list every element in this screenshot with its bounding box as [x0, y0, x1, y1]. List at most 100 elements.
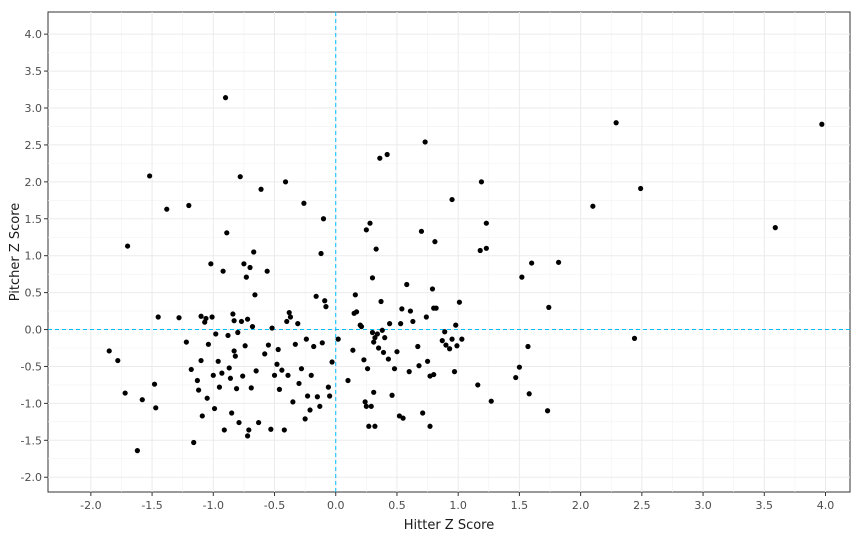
data-point [555, 259, 562, 265]
data-point [375, 345, 382, 351]
data-point [516, 364, 523, 370]
data-point [220, 268, 226, 274]
data-point [241, 261, 247, 267]
data-point [209, 314, 215, 320]
data-point [449, 196, 455, 203]
data-point [423, 314, 429, 320]
data-point [244, 316, 251, 322]
data-point [115, 357, 121, 364]
data-point [307, 407, 313, 413]
data-point [246, 427, 252, 433]
y-axis-ticks: -2.0 -1.5 -1.0 -0.5 0.0 0.5 1.0 1.5 2.0 2.5 3.0 3.5… [21, 28, 48, 484]
data-point [431, 371, 437, 378]
data-point [398, 321, 404, 327]
data-point [439, 338, 445, 344]
data-point [379, 327, 385, 333]
data-point [225, 332, 231, 339]
data-point [478, 179, 485, 185]
data-point [198, 357, 204, 364]
data-point [268, 426, 274, 432]
data-point [155, 314, 161, 320]
data-point [211, 405, 218, 412]
data-point [385, 356, 391, 362]
data-point [286, 309, 292, 316]
data-point [590, 203, 596, 209]
data-point [433, 305, 439, 311]
data-point [362, 399, 368, 405]
data-point [227, 375, 234, 381]
x-axis-title: Hitter Z Score [404, 518, 495, 533]
data-point [406, 369, 412, 375]
data-point [352, 292, 358, 298]
data-point [353, 309, 360, 315]
data-point [269, 325, 275, 331]
data-point [432, 239, 438, 245]
data-point [296, 380, 302, 387]
data-point [314, 394, 320, 400]
data-point [271, 372, 278, 378]
data-point [285, 372, 291, 378]
data-point [219, 370, 225, 376]
data-point [451, 369, 458, 375]
y-tick-label: 0.5 [25, 287, 43, 300]
y-tick-label: -1.5 [21, 434, 42, 447]
x-tick-label: -2.0 [80, 499, 101, 512]
data-point [153, 405, 159, 411]
data-point [544, 408, 551, 414]
data-point [194, 377, 200, 384]
data-point [264, 268, 270, 274]
data-point [274, 361, 280, 367]
data-point [215, 358, 221, 364]
data-point [323, 304, 329, 310]
data-point [371, 389, 377, 395]
data-point [226, 365, 232, 371]
data-point [318, 250, 324, 257]
data-point [106, 348, 112, 354]
data-point [301, 200, 307, 206]
data-point [631, 335, 638, 341]
x-tick-label: -1.0 [203, 499, 224, 512]
data-point [519, 274, 525, 280]
data-point [415, 343, 421, 350]
data-point [325, 384, 331, 390]
data-point [253, 368, 259, 374]
data-point [248, 385, 254, 391]
data-point [236, 419, 242, 426]
data-point [188, 366, 194, 373]
data-point [204, 395, 210, 401]
data-point [416, 363, 422, 369]
data-point [483, 220, 489, 226]
y-tick-label: 1.5 [25, 213, 43, 226]
data-point [196, 387, 202, 393]
data-point [198, 313, 204, 319]
data-point [366, 423, 372, 429]
data-point [252, 292, 258, 298]
data-point [216, 384, 223, 390]
data-point [238, 318, 245, 325]
data-point [407, 308, 414, 314]
x-tick-label: 0.5 [388, 499, 406, 512]
data-point [213, 331, 219, 337]
data-point [276, 386, 283, 392]
y-tick-label: 3.5 [25, 65, 43, 78]
data-point [208, 261, 214, 267]
x-tick-label: -1.5 [141, 499, 162, 512]
data-point [369, 275, 376, 281]
y-tick-label: 3.0 [25, 102, 43, 115]
data-point [164, 206, 170, 212]
x-axis-ticks: -2.0 -1.5 -1.0 -0.5 0.0 0.5 1.0 1.5 2.0 2.5 3.0 3.5… [80, 492, 834, 512]
data-point [429, 286, 436, 292]
data-point [638, 185, 644, 192]
plot-panel [47, 11, 851, 493]
data-point [367, 220, 373, 226]
data-point [382, 335, 388, 341]
data-point [303, 336, 309, 342]
x-tick-label: 1.5 [511, 499, 529, 512]
data-point [819, 121, 825, 127]
data-point [456, 299, 463, 305]
data-point [374, 331, 380, 337]
data-point [298, 366, 305, 372]
data-point [459, 336, 465, 342]
data-point [224, 230, 230, 236]
data-point [447, 346, 453, 352]
